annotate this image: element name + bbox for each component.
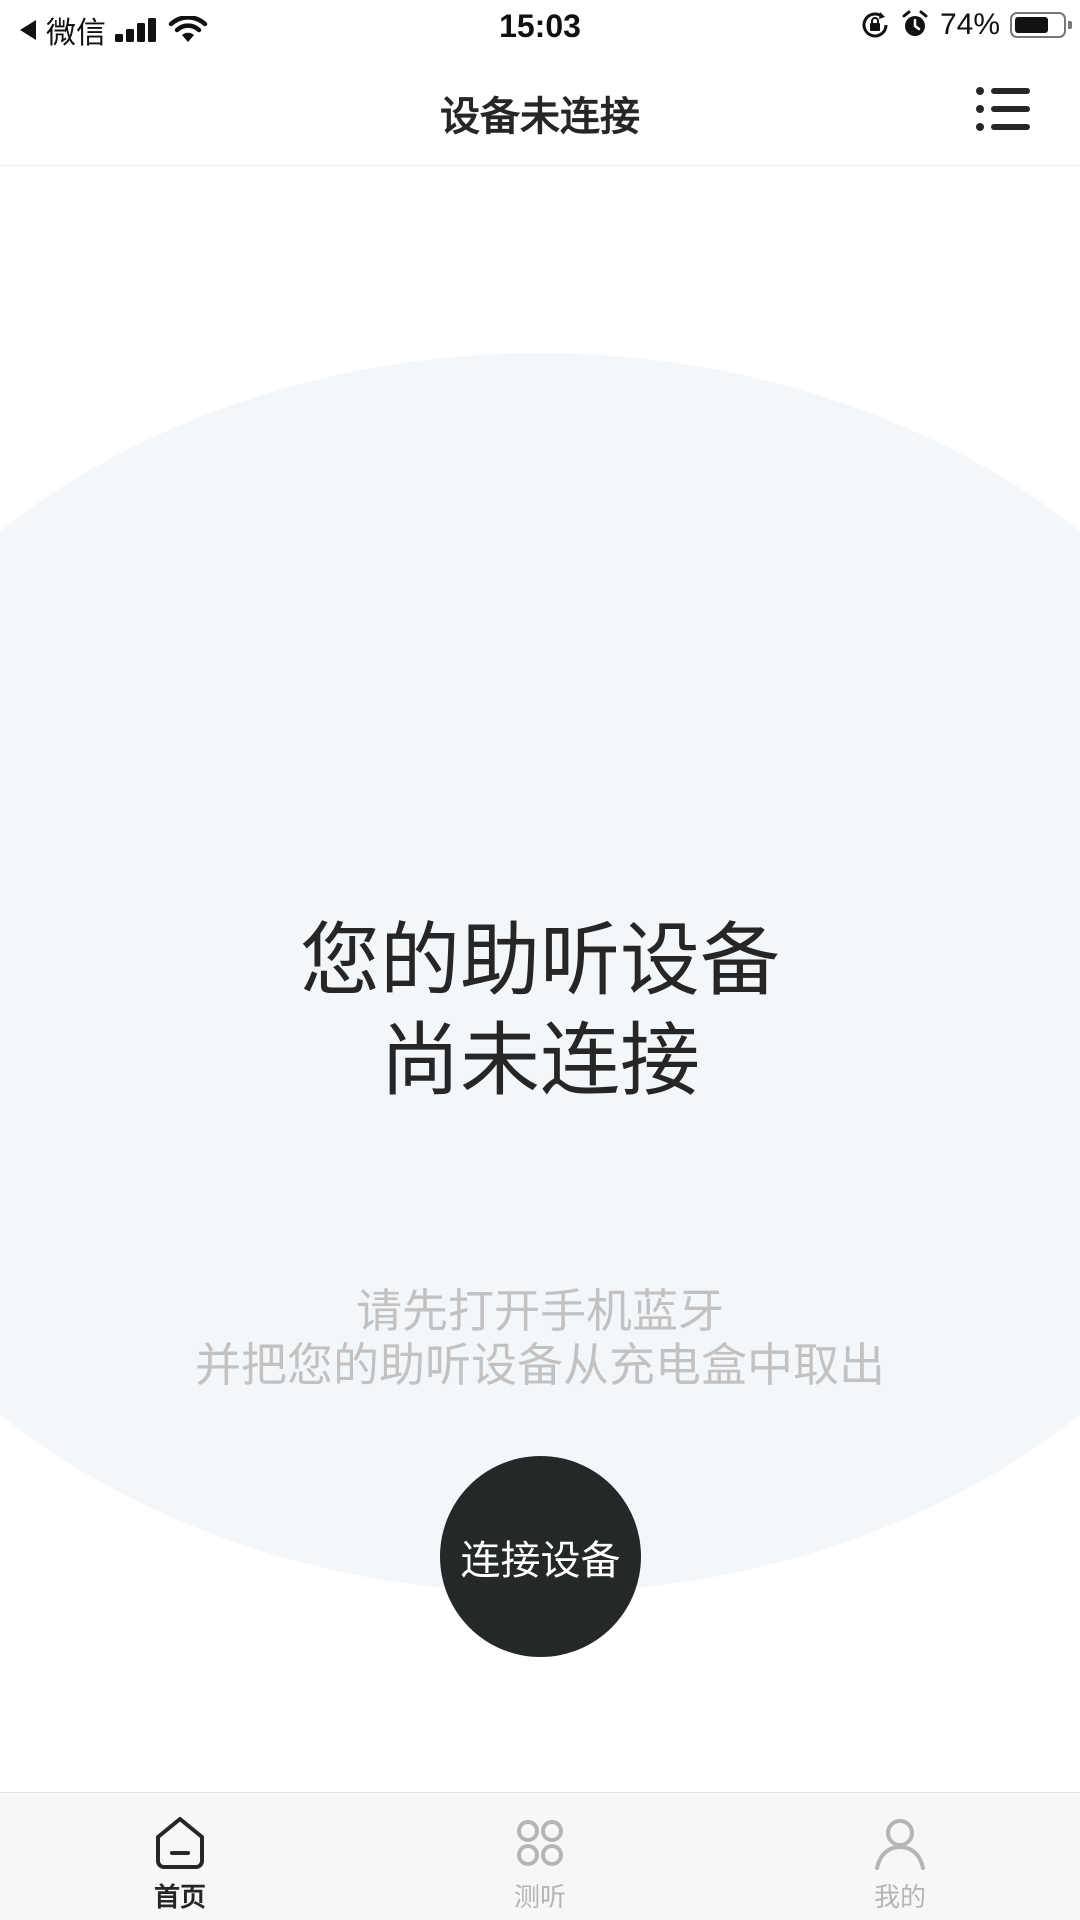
page-title: 设备未连接 bbox=[440, 94, 640, 140]
tab-hearing-test[interactable]: 测听 bbox=[360, 1793, 720, 1920]
headline-line-2: 尚未连接 bbox=[380, 1014, 700, 1107]
battery-percent: 74% bbox=[939, 8, 1000, 41]
hint-line-2: 并把您的助听设备从充电盒中取出 bbox=[195, 1338, 885, 1392]
battery-fill bbox=[1015, 17, 1048, 33]
list-menu-icon bbox=[976, 87, 1030, 131]
alarm-icon bbox=[902, 10, 928, 36]
headline-line-1: 您的助听设备 bbox=[300, 914, 780, 1007]
connect-device-button[interactable]: 连接设备 bbox=[440, 1456, 641, 1657]
home-icon bbox=[156, 1817, 204, 1869]
connection-hint: 请先打开手机蓝牙 并把您的助听设备从充电盒中取出 bbox=[0, 1284, 1080, 1392]
connection-status-headline: 您的助听设备 尚未连接 bbox=[0, 911, 1080, 1111]
status-right-group: 74% bbox=[860, 8, 1072, 42]
tab-hearing-test-label: 测听 bbox=[513, 1883, 566, 1913]
nav-bar: 设备未连接 bbox=[0, 54, 1080, 166]
status-bar: 微信 15:03 74% bbox=[0, 0, 1080, 54]
profile-icon bbox=[875, 1819, 925, 1870]
battery-cap bbox=[1068, 21, 1072, 29]
tab-home[interactable]: 首页 bbox=[0, 1793, 360, 1920]
hint-line-1: 请先打开手机蓝牙 bbox=[356, 1284, 724, 1338]
main-content: 您的助听设备 尚未连接 请先打开手机蓝牙 并把您的助听设备从充电盒中取出 连接设… bbox=[0, 166, 1080, 1792]
hearing-test-icon bbox=[517, 1820, 563, 1866]
menu-button[interactable] bbox=[974, 84, 1032, 134]
tab-profile[interactable]: 我的 bbox=[720, 1793, 1080, 1920]
battery-icon bbox=[1010, 12, 1072, 38]
rotation-lock-icon bbox=[862, 12, 888, 38]
tab-home-label: 首页 bbox=[153, 1883, 206, 1913]
bottom-tab-bar: 首页 测听 我的 bbox=[0, 1792, 1080, 1920]
tab-profile-label: 我的 bbox=[873, 1883, 926, 1913]
app-screen: 微信 15:03 74% 设备未连接 您的助听设备 尚未连接 请先打开手机蓝牙 … bbox=[0, 0, 1080, 1920]
